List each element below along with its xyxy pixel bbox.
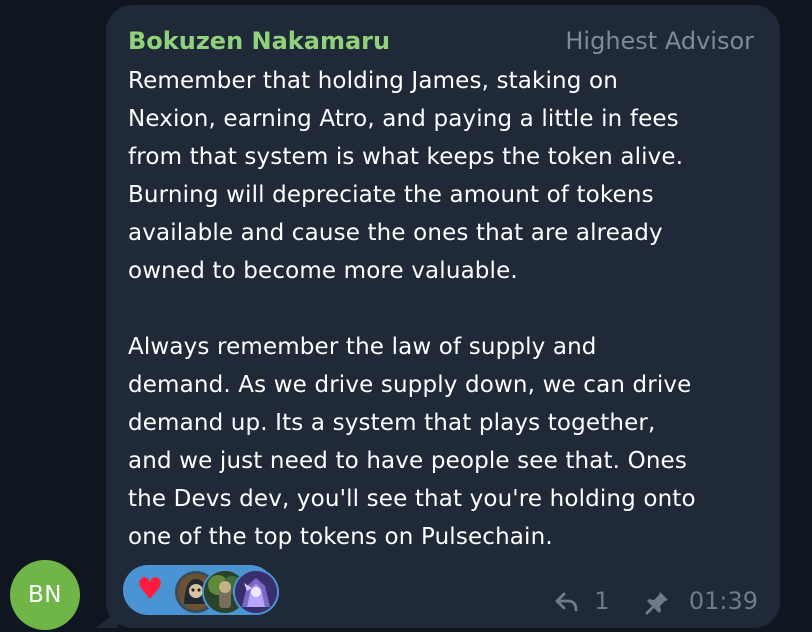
sender-avatar[interactable]: BN	[10, 560, 80, 630]
reply-arrow-icon[interactable]	[554, 590, 580, 612]
message-bubble[interactable]: Bokuzen Nakamaru Highest Advisor Remembe…	[106, 5, 780, 628]
message-footer: 1 01:39	[554, 584, 758, 617]
reaction-chip[interactable]: ♥	[123, 565, 279, 615]
reply-count[interactable]: 1	[594, 585, 609, 617]
reactor-avatar-armored-knight	[233, 569, 279, 615]
message-text: Remember that holding James, staking on …	[128, 68, 696, 550]
sender-role-badge: Highest Advisor	[565, 27, 754, 55]
message-time: 01:39	[688, 587, 758, 615]
avatar-initials: BN	[28, 582, 62, 608]
pin-icon	[643, 587, 671, 615]
sender-name[interactable]: Bokuzen Nakamaru	[128, 24, 390, 58]
red-heart-icon: ♥	[136, 572, 164, 607]
